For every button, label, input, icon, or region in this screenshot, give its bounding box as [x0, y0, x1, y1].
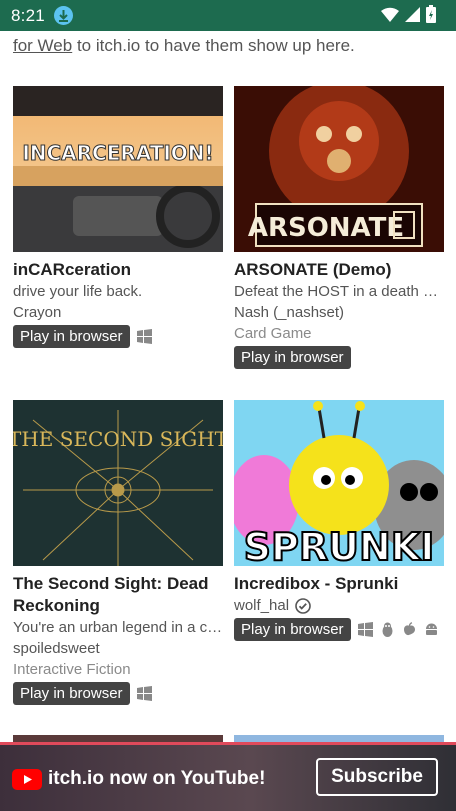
subscribe-button[interactable]: Subscribe: [316, 758, 438, 796]
status-time: 8:21: [11, 5, 45, 25]
for-web-link[interactable]: for Web: [13, 36, 72, 55]
svg-text:SPRUNKI: SPRUNKI: [244, 525, 435, 566]
game-genre[interactable]: Card Game: [234, 323, 444, 344]
play-in-browser-button[interactable]: Play in browser: [13, 682, 130, 705]
game-title[interactable]: ARSONATE (Demo): [234, 259, 444, 281]
svg-text:INCARCERATION!: INCARCERATION!: [22, 141, 213, 165]
download-icon: [53, 6, 73, 25]
game-description: You're an urban legend in a city...: [13, 619, 223, 636]
banner-text: itch.io now on YouTube!: [48, 768, 266, 789]
game-card[interactable]: ARSONATE ARSONATE (Demo) Defeat the HOST…: [234, 86, 444, 369]
wifi-icon: [381, 7, 399, 22]
youtube-banner[interactable]: itch.io now on YouTube! Subscribe: [0, 742, 456, 811]
apple-icon: [403, 622, 415, 636]
game-thumbnail[interactable]: SPRUNKI: [234, 400, 444, 566]
battery-icon: [426, 5, 436, 23]
game-card[interactable]: SPRUNKI Incredibox - Sprunki wolf_hal Pl…: [234, 400, 444, 641]
game-thumbnail[interactable]: ARSONATE: [234, 86, 444, 252]
game-title[interactable]: Incredibox - Sprunki: [234, 573, 444, 595]
intro-text: for Web to itch.io to have them show up …: [13, 36, 355, 55]
linux-icon: [382, 622, 393, 637]
game-card[interactable]: INCARCERATION! inCARceration drive your …: [13, 86, 223, 348]
game-thumbnail[interactable]: THE SECOND SIGHT: [13, 400, 223, 566]
signal-icon: [405, 6, 420, 22]
play-in-browser-button[interactable]: Play in browser: [234, 346, 351, 369]
game-title[interactable]: The Second Sight: Dead Reckoning: [13, 573, 223, 617]
windows-icon: [136, 686, 152, 701]
windows-icon: [136, 329, 152, 344]
game-description: drive your life back.: [13, 283, 143, 300]
game-author[interactable]: spoiledsweet: [13, 638, 223, 659]
play-in-browser-button[interactable]: Play in browser: [13, 325, 130, 348]
game-author[interactable]: wolf_hal: [234, 595, 444, 616]
android-icon: [425, 623, 437, 635]
game-card[interactable]: THE SECOND SIGHT The Second Sight: Dead …: [13, 400, 223, 705]
verified-icon: [295, 597, 311, 614]
game-title[interactable]: inCARceration: [13, 259, 223, 281]
play-in-browser-button[interactable]: Play in browser: [234, 618, 351, 641]
game-genre[interactable]: Interactive Fiction: [13, 659, 223, 680]
svg-text:ARSONATE: ARSONATE: [248, 213, 404, 243]
game-thumbnail[interactable]: INCARCERATION!: [13, 86, 223, 252]
game-author[interactable]: Crayon: [13, 302, 223, 323]
game-author[interactable]: Nash (_nashset): [234, 302, 444, 323]
game-description: Defeat the HOST in a death game...: [234, 283, 444, 300]
svg-text:THE SECOND SIGHT: THE SECOND SIGHT: [13, 427, 223, 451]
windows-icon: [357, 622, 373, 637]
status-bar: 8:21: [0, 0, 456, 31]
youtube-icon: [12, 769, 42, 790]
